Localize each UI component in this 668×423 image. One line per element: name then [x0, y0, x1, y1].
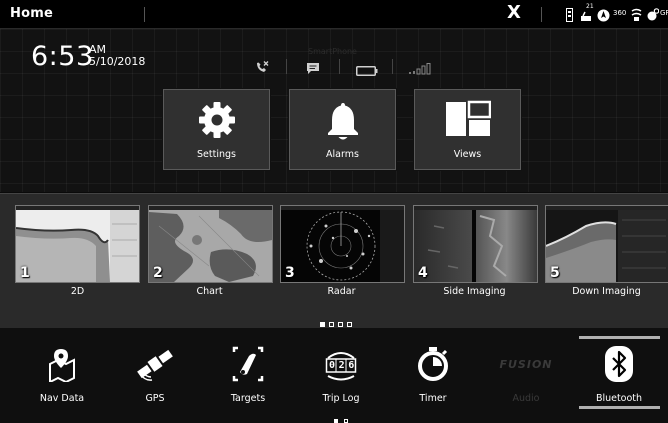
pane-number: 5: [550, 265, 560, 281]
gps-count: 21: [586, 3, 594, 10]
pane-label-chart: Chart: [196, 286, 223, 297]
divider: [339, 59, 340, 74]
settings-label: Settings: [197, 149, 236, 160]
map-pin-icon: [27, 346, 97, 384]
nav-data-widget[interactable]: Nav Data: [27, 342, 97, 406]
connection-icon: [647, 7, 660, 26]
combination-pages-strip: 1 2D 2 Chart 3 Radar 4 Side Imaging 5 Do…: [0, 193, 668, 329]
widget-page-indicator[interactable]: [334, 408, 354, 423]
trip-log-icon: 026: [306, 346, 376, 382]
divider: [144, 7, 145, 22]
views-tile[interactable]: Views: [414, 89, 521, 170]
pane-number: 1: [20, 265, 30, 281]
bluetooth-icon: [584, 346, 654, 382]
targets-widget[interactable]: Targets: [213, 342, 283, 406]
pane-label-radar: Radar: [327, 286, 356, 297]
home-screen: Home X 21 360 GF 6:53 AM 5/10/2018 Smart…: [0, 0, 668, 423]
stopwatch-icon: [398, 346, 468, 382]
alarms-label: Alarms: [326, 149, 359, 160]
trip-log-widget[interactable]: 026 Trip Log: [306, 342, 376, 406]
pane-side-imaging[interactable]: 4: [413, 205, 538, 283]
gear-icon: [164, 100, 269, 144]
pane-number: 3: [285, 265, 295, 281]
clock-date: 5/10/2018: [89, 55, 146, 68]
page-dot[interactable]: [344, 419, 348, 423]
trip-log-label: Trip Log: [322, 393, 360, 404]
phone-signal-icon: [408, 60, 432, 79]
alarms-tile[interactable]: Alarms: [289, 89, 396, 170]
pane-down-imaging[interactable]: 5: [545, 205, 668, 283]
phone-battery-icon: [356, 61, 378, 80]
message-icon[interactable]: [306, 60, 320, 79]
page-title: Home: [10, 6, 53, 21]
device-status-icon: [566, 7, 573, 26]
page-dot[interactable]: [338, 322, 343, 327]
gf-label: GF: [660, 9, 668, 17]
views-label: Views: [453, 149, 482, 160]
divider: [392, 59, 393, 74]
settings-tile[interactable]: Settings: [163, 89, 270, 170]
page-dot[interactable]: [329, 322, 334, 327]
satellite-icon: [120, 346, 190, 382]
page-dot[interactable]: [320, 322, 325, 327]
pane-label-down-imaging: Down Imaging: [572, 286, 641, 297]
odometer-digits: 026: [329, 360, 358, 371]
pane-number: 2: [153, 265, 163, 281]
nav-data-label: Nav Data: [39, 393, 85, 404]
audio-label: Audio: [512, 393, 540, 404]
audio-widget[interactable]: FUSION Audio: [491, 342, 561, 406]
page-dot[interactable]: [334, 419, 338, 423]
close-button[interactable]: X: [507, 3, 521, 23]
fusion-logo-text: FUSION: [499, 358, 553, 371]
bluetooth-widget[interactable]: Bluetooth: [584, 342, 654, 406]
selection-bar-top: [579, 336, 660, 339]
divider: [541, 7, 542, 22]
pane-label-side-imaging: Side Imaging: [443, 286, 506, 297]
views-layout-icon: [415, 100, 520, 142]
fusion-logo-icon: FUSION: [491, 346, 561, 382]
status-bar: Home X 21 360 GF: [0, 0, 668, 29]
pane-2d-sonar[interactable]: 1: [15, 205, 140, 283]
bluetooth-label: Bluetooth: [595, 393, 643, 404]
gps-widget[interactable]: GPS: [120, 342, 190, 406]
divider: [286, 59, 287, 74]
smartphone-label: SmartPhone: [308, 47, 357, 56]
timer-widget[interactable]: Timer: [398, 342, 468, 406]
missed-call-icon[interactable]: [255, 59, 269, 78]
pane-label-2d: 2D: [70, 286, 85, 297]
targets-icon: [213, 346, 283, 382]
sonar-icon: [631, 7, 642, 26]
home-top-panel: 6:53 AM 5/10/2018 SmartPhone Settings Al…: [0, 29, 668, 192]
page-dot[interactable]: [347, 322, 352, 327]
targets-label: Targets: [230, 393, 266, 404]
pane-radar[interactable]: 3: [280, 205, 405, 283]
timer-label: Timer: [419, 393, 447, 404]
compass-icon: [597, 7, 610, 26]
widget-bar: Nav Data GPS Targets 026 Trip Log Timer …: [0, 328, 668, 423]
bell-icon: [290, 100, 395, 146]
gps-label: GPS: [145, 393, 165, 404]
compass-value: 360: [613, 9, 627, 17]
pane-chart[interactable]: 2: [148, 205, 273, 283]
selection-bar-bottom: [579, 406, 660, 409]
clock-time: 6:53: [31, 41, 94, 72]
pane-number: 4: [418, 265, 428, 281]
